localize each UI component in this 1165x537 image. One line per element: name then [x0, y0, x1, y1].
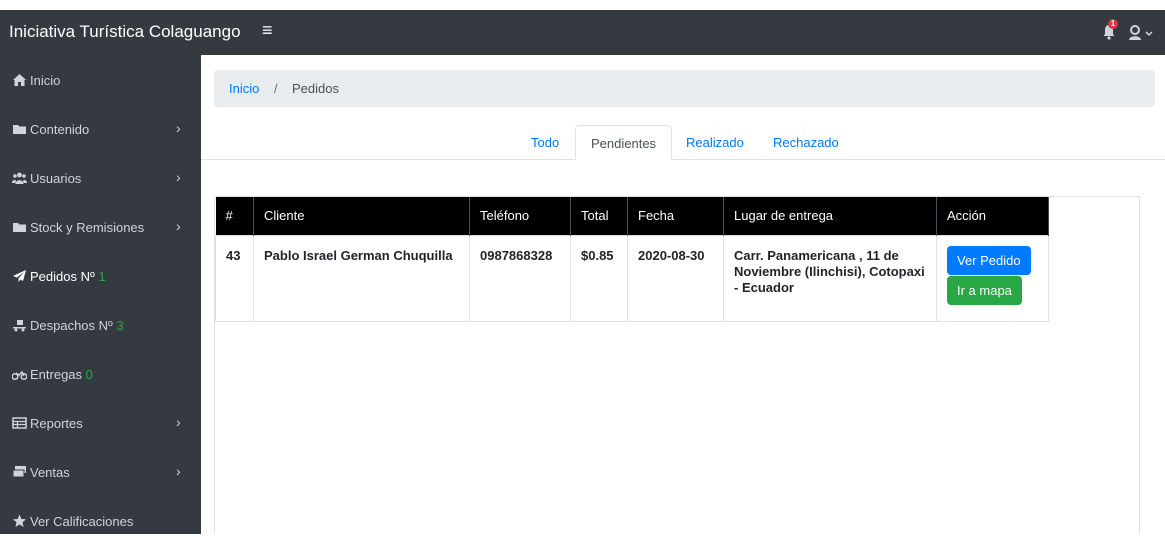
table-icon: [12, 417, 27, 429]
sidebar: Inicio Contenido › Usuarios › Stock y Re…: [0, 55, 201, 534]
sidebar-item-ver-calificaciones[interactable]: Ver Calificaciones: [0, 507, 201, 537]
column-header-accion: Acción: [936, 197, 1049, 235]
folder-icon: [13, 125, 26, 134]
users-icon: [12, 172, 27, 184]
sidebar-item-label: Ventas: [30, 465, 70, 480]
user-menu-icon[interactable]: [1128, 24, 1158, 42]
folder-icon: [13, 223, 26, 232]
tab-pendientes[interactable]: Pendientes: [575, 125, 673, 160]
chevron-right-icon: ›: [176, 169, 181, 185]
entregas-count: 0: [85, 367, 93, 382]
cell-fecha: 2020-08-30: [627, 234, 724, 322]
money-bill-icon: [12, 466, 26, 478]
motorcycle-icon: [12, 370, 27, 381]
column-header-id: #: [215, 197, 254, 235]
sidebar-item-entregas[interactable]: Entregas 0: [0, 360, 201, 390]
star-icon: [13, 514, 26, 527]
sidebar-item-inicio[interactable]: Inicio: [0, 66, 201, 96]
table-row: 43 Pablo Israel German Chuquilla 0987868…: [215, 234, 1049, 322]
sidebar-item-reportes[interactable]: Reportes ›: [0, 409, 201, 439]
dolly-icon: [13, 320, 26, 332]
sidebar-item-label: Despachos Nº 3: [30, 318, 124, 333]
breadcrumb-current: Pedidos: [292, 81, 339, 96]
hamburger-menu-icon[interactable]: ≡: [262, 20, 273, 41]
pedidos-count: 1: [98, 269, 106, 284]
sidebar-item-label: Stock y Remisiones: [30, 220, 145, 235]
breadcrumb-home-link[interactable]: Inicio: [229, 81, 259, 96]
tab-rechazado[interactable]: Rechazado: [773, 125, 839, 160]
cell-total: $0.85: [570, 234, 628, 322]
despachos-count: 3: [116, 318, 124, 333]
sidebar-item-label: Contenido: [30, 122, 90, 137]
cell-telefono: 0987868328: [469, 234, 571, 322]
chevron-right-icon: ›: [176, 463, 181, 479]
app-frame: Iniciativa Turística Colaguango ≡ 1 Inic…: [0, 10, 1165, 534]
paper-plane-icon: [13, 270, 26, 282]
column-header-fecha: Fecha: [627, 197, 724, 235]
sidebar-item-contenido[interactable]: Contenido ›: [0, 115, 201, 145]
cell-lugar: Carr. Panamericana , 11 de Noviembre (Il…: [723, 234, 937, 322]
column-header-lugar: Lugar de entrega: [723, 197, 937, 235]
sidebar-item-ventas[interactable]: Ventas ›: [0, 458, 201, 488]
sidebar-item-usuarios[interactable]: Usuarios ›: [0, 164, 201, 194]
orders-card: # Cliente Teléfono Total Fecha Lugar de …: [214, 196, 1140, 534]
sidebar-item-stock-remisiones[interactable]: Stock y Remisiones ›: [0, 213, 201, 243]
ver-pedido-button[interactable]: Ver Pedido: [947, 245, 1031, 275]
sidebar-item-label: Pedidos Nº 1: [30, 269, 106, 284]
chevron-right-icon: ›: [176, 218, 181, 234]
app-title[interactable]: Iniciativa Turística Colaguango: [9, 22, 241, 42]
sidebar-item-label: Entregas 0: [30, 367, 93, 382]
chevron-right-icon: ›: [176, 414, 181, 430]
column-header-cliente: Cliente: [253, 197, 470, 235]
cell-id: 43: [215, 234, 254, 322]
chevron-right-icon: ›: [176, 120, 181, 136]
sidebar-item-label: Ver Calificaciones: [30, 514, 134, 529]
tabs-divider: [201, 159, 1165, 160]
breadcrumb: Inicio / Pedidos: [214, 70, 1155, 107]
sidebar-item-label: Inicio: [30, 73, 61, 88]
top-navbar: Iniciativa Turística Colaguango ≡ 1: [0, 10, 1165, 55]
tab-todo[interactable]: Todo: [531, 125, 559, 160]
main-content: Inicio / Pedidos Todo Pendientes Realiza…: [201, 55, 1165, 534]
sidebar-item-label: Usuarios: [30, 171, 82, 186]
notification-badge: 1: [1108, 19, 1118, 29]
cell-cliente: Pablo Israel German Chuquilla: [253, 234, 470, 322]
cell-accion: Ver Pedido Ir a mapa: [936, 234, 1049, 322]
tab-realizado[interactable]: Realizado: [686, 125, 744, 160]
sidebar-item-despachos[interactable]: Despachos Nº 3: [0, 311, 201, 341]
column-header-total: Total: [570, 197, 628, 235]
breadcrumb-separator: /: [274, 81, 278, 96]
orders-table: # Cliente Teléfono Total Fecha Lugar de …: [215, 197, 1049, 322]
column-header-telefono: Teléfono: [469, 197, 571, 235]
sidebar-item-pedidos[interactable]: Pedidos Nº 1: [0, 262, 201, 292]
sidebar-item-label: Reportes: [30, 416, 83, 431]
ir-a-mapa-button[interactable]: Ir a mapa: [947, 275, 1022, 305]
table-header-row: # Cliente Teléfono Total Fecha Lugar de …: [215, 197, 1049, 235]
home-icon: [13, 74, 26, 86]
